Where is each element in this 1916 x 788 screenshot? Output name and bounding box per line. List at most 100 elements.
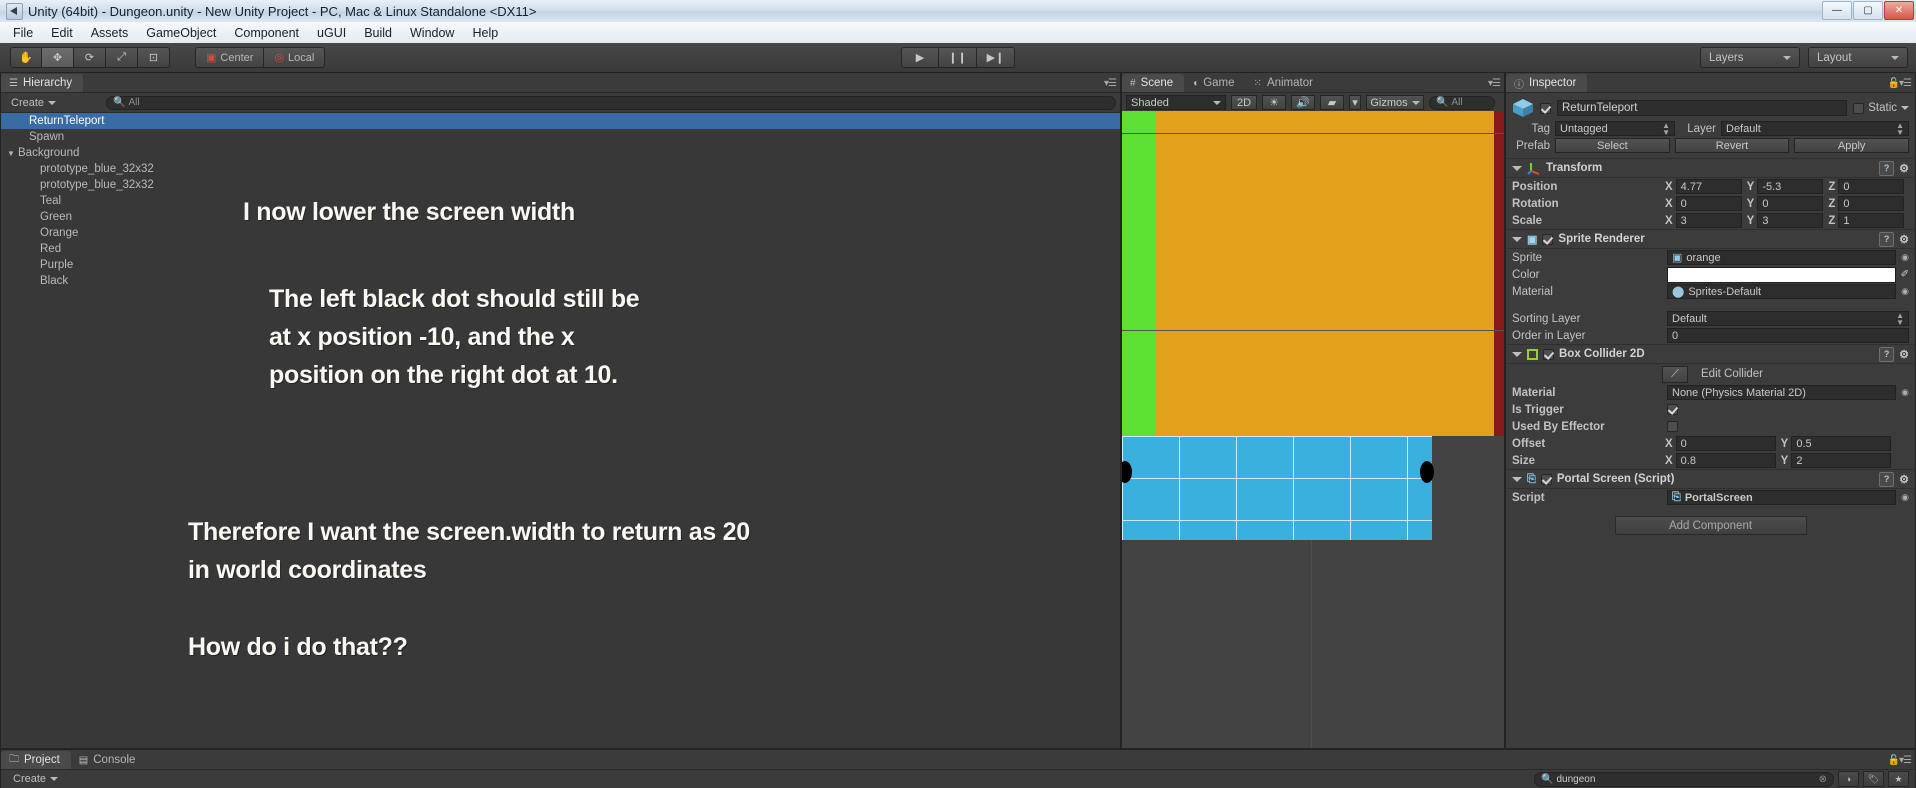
move-tool-icon[interactable]: ✥ <box>42 47 74 68</box>
portal-screen-enabled-checkbox[interactable] <box>1540 473 1552 485</box>
layer-dropdown[interactable]: Default ▲ ▼ <box>1721 121 1909 136</box>
component-header-sprite-renderer[interactable]: ▣ Sprite Renderer ? ⚙ <box>1506 229 1915 249</box>
material-object-field[interactable]: ⬤ Sprites-Default <box>1667 284 1897 299</box>
is-trigger-checkbox[interactable] <box>1667 404 1678 415</box>
chevron-down-icon[interactable] <box>1512 351 1522 357</box>
menu-edit[interactable]: Edit <box>42 24 82 42</box>
inspector-tab-menu-icon[interactable]: 🔓▾☰ <box>1888 78 1912 89</box>
edit-collider-icon[interactable]: ⟋ <box>1662 365 1688 383</box>
position-y-input[interactable]: -5.3 <box>1757 179 1824 194</box>
component-header-portal-screen[interactable]: ⎘ Portal Screen (Script) ? ⚙ <box>1506 469 1915 489</box>
chevron-down-icon[interactable] <box>1512 165 1522 171</box>
used-by-effector-checkbox[interactable] <box>1667 421 1678 432</box>
help-icon[interactable]: ? <box>1879 231 1895 247</box>
scale-x-input[interactable]: 3 <box>1675 213 1742 228</box>
collider-material-object-field[interactable]: None (Physics Material 2D) <box>1667 385 1897 400</box>
gear-icon[interactable]: ⚙ <box>1899 473 1909 486</box>
minimize-button[interactable]: — <box>1822 1 1852 20</box>
menu-help[interactable]: Help <box>463 24 507 42</box>
scene-gizmos-dropdown[interactable]: Gizmos <box>1366 95 1424 110</box>
tab-project[interactable]: 🗀 Project <box>1 751 71 769</box>
position-z-input[interactable]: 0 <box>1838 179 1905 194</box>
static-toggle[interactable]: Static <box>1853 102 1909 114</box>
box-collider-enabled-checkbox[interactable] <box>1543 348 1554 360</box>
pause-button[interactable]: ❙❙ <box>939 47 977 68</box>
help-icon[interactable]: ? <box>1879 160 1895 176</box>
hierarchy-tab-menu-icon[interactable]: ▾☰ <box>1104 78 1117 89</box>
step-button[interactable]: ▶❙ <box>977 47 1015 68</box>
clear-search-icon[interactable]: ⊗ <box>1819 774 1827 785</box>
sorting-layer-dropdown[interactable]: Default ▲ ▼ <box>1667 311 1909 326</box>
material-picker-icon[interactable]: ◉ <box>1901 286 1909 297</box>
offset-x-input[interactable]: 0 <box>1675 436 1776 451</box>
component-header-box-collider-2d[interactable]: Box Collider 2D ? ⚙ <box>1506 344 1915 364</box>
script-object-field[interactable]: ⎘ PortalScreen <box>1667 490 1897 505</box>
pivot-mode-button[interactable]: ▣ Center <box>195 47 265 68</box>
tab-game[interactable]: ◖ Game <box>1184 74 1245 92</box>
prefab-apply-button[interactable]: Apply <box>1794 138 1910 153</box>
scene-draw-mode-dropdown[interactable]: Shaded <box>1126 95 1226 110</box>
collider-material-picker-icon[interactable]: ◉ <box>1901 387 1909 398</box>
prefab-revert-button[interactable]: Revert <box>1674 138 1790 153</box>
gameobject-enabled-checkbox[interactable] <box>1540 102 1551 114</box>
scene-viewport[interactable] <box>1122 111 1504 748</box>
gameobject-name-input[interactable]: ReturnTeleport <box>1557 100 1848 116</box>
type-filter-icon[interactable]: ◑ <box>1838 771 1859 787</box>
scale-tool-icon[interactable]: ⤢ <box>106 47 138 68</box>
sprite-object-field[interactable]: ▣ orange <box>1667 250 1897 265</box>
scene-search-input[interactable]: 🔍 All <box>1429 95 1495 110</box>
menu-ugui[interactable]: uGUI <box>308 24 355 42</box>
tab-hierarchy[interactable]: ☰ Hierarchy <box>1 74 84 92</box>
rect-tool-icon[interactable]: ⊡ <box>138 47 170 68</box>
help-icon[interactable]: ? <box>1879 346 1895 362</box>
scale-y-input[interactable]: 3 <box>1757 213 1824 228</box>
favorite-icon[interactable]: ★ <box>1888 771 1909 787</box>
script-picker-icon[interactable]: ◉ <box>1901 492 1909 503</box>
position-x-input[interactable]: 4.77 <box>1675 179 1742 194</box>
tab-animator[interactable]: ⁙ Animator <box>1246 74 1324 92</box>
offset-y-input[interactable]: 0.5 <box>1791 436 1892 451</box>
scene-effects-icon[interactable]: ▰ <box>1320 95 1344 110</box>
project-tab-menu-icon[interactable]: 🔓▾☰ <box>1888 755 1912 766</box>
tag-dropdown[interactable]: Untagged ▲ ▼ <box>1555 121 1675 136</box>
hierarchy-item[interactable]: ReturnTeleport <box>1 113 1120 129</box>
scene-tab-menu-icon[interactable]: ▾☰ <box>1488 78 1501 89</box>
help-icon[interactable]: ? <box>1879 471 1895 487</box>
scene-effects-dropdown-icon[interactable]: ▾ <box>1349 95 1361 110</box>
component-header-transform[interactable]: Transform ? ⚙ <box>1506 158 1915 178</box>
sprite-picker-icon[interactable]: ◉ <box>1901 252 1909 263</box>
hierarchy-item[interactable]: Spawn <box>1 129 1120 145</box>
size-x-input[interactable]: 0.8 <box>1675 453 1776 468</box>
color-swatch[interactable] <box>1667 266 1896 283</box>
chevron-down-icon[interactable] <box>1512 236 1522 242</box>
scene-2d-toggle[interactable]: 2D <box>1231 95 1257 110</box>
rotation-x-input[interactable]: 0 <box>1675 196 1742 211</box>
layers-dropdown[interactable]: Layers <box>1700 47 1800 68</box>
menu-component[interactable]: Component <box>225 24 308 42</box>
hierarchy-item[interactable]: prototype_blue_32x32 <box>1 161 1120 177</box>
play-button[interactable]: ▶ <box>901 47 939 68</box>
label-filter-icon[interactable]: 🏷 <box>1863 771 1884 787</box>
prefab-select-button[interactable]: Select <box>1555 138 1670 153</box>
hierarchy-item[interactable]: ▼ Background <box>1 145 1120 161</box>
gear-icon[interactable]: ⚙ <box>1899 348 1909 361</box>
tab-inspector[interactable]: ⓘ Inspector <box>1506 74 1588 92</box>
project-search-input[interactable]: 🔍 dungeon ⊗ <box>1534 771 1834 787</box>
hierarchy-create-button[interactable]: Create <box>5 96 62 110</box>
hierarchy-item[interactable]: Purple <box>1 257 1120 273</box>
project-create-button[interactable]: Create <box>7 772 64 786</box>
chevron-down-icon[interactable] <box>1512 476 1522 482</box>
hand-tool-icon[interactable]: ✋ <box>10 47 42 68</box>
hierarchy-item[interactable]: Red <box>1 241 1120 257</box>
menu-assets[interactable]: Assets <box>82 24 138 42</box>
close-button[interactable]: ✕ <box>1884 1 1914 20</box>
rotation-z-input[interactable]: 0 <box>1838 196 1905 211</box>
menu-window[interactable]: Window <box>401 24 463 42</box>
scene-audio-icon[interactable]: 🔊 <box>1291 95 1315 110</box>
tab-console[interactable]: ▤ Console <box>71 751 147 769</box>
gear-icon[interactable]: ⚙ <box>1899 233 1909 246</box>
rotate-tool-icon[interactable]: ⟳ <box>74 47 106 68</box>
pivot-rotation-button[interactable]: ◎ Local <box>264 47 326 68</box>
maximize-button[interactable]: ▢ <box>1853 1 1883 20</box>
chevron-down-icon[interactable] <box>1901 106 1909 110</box>
